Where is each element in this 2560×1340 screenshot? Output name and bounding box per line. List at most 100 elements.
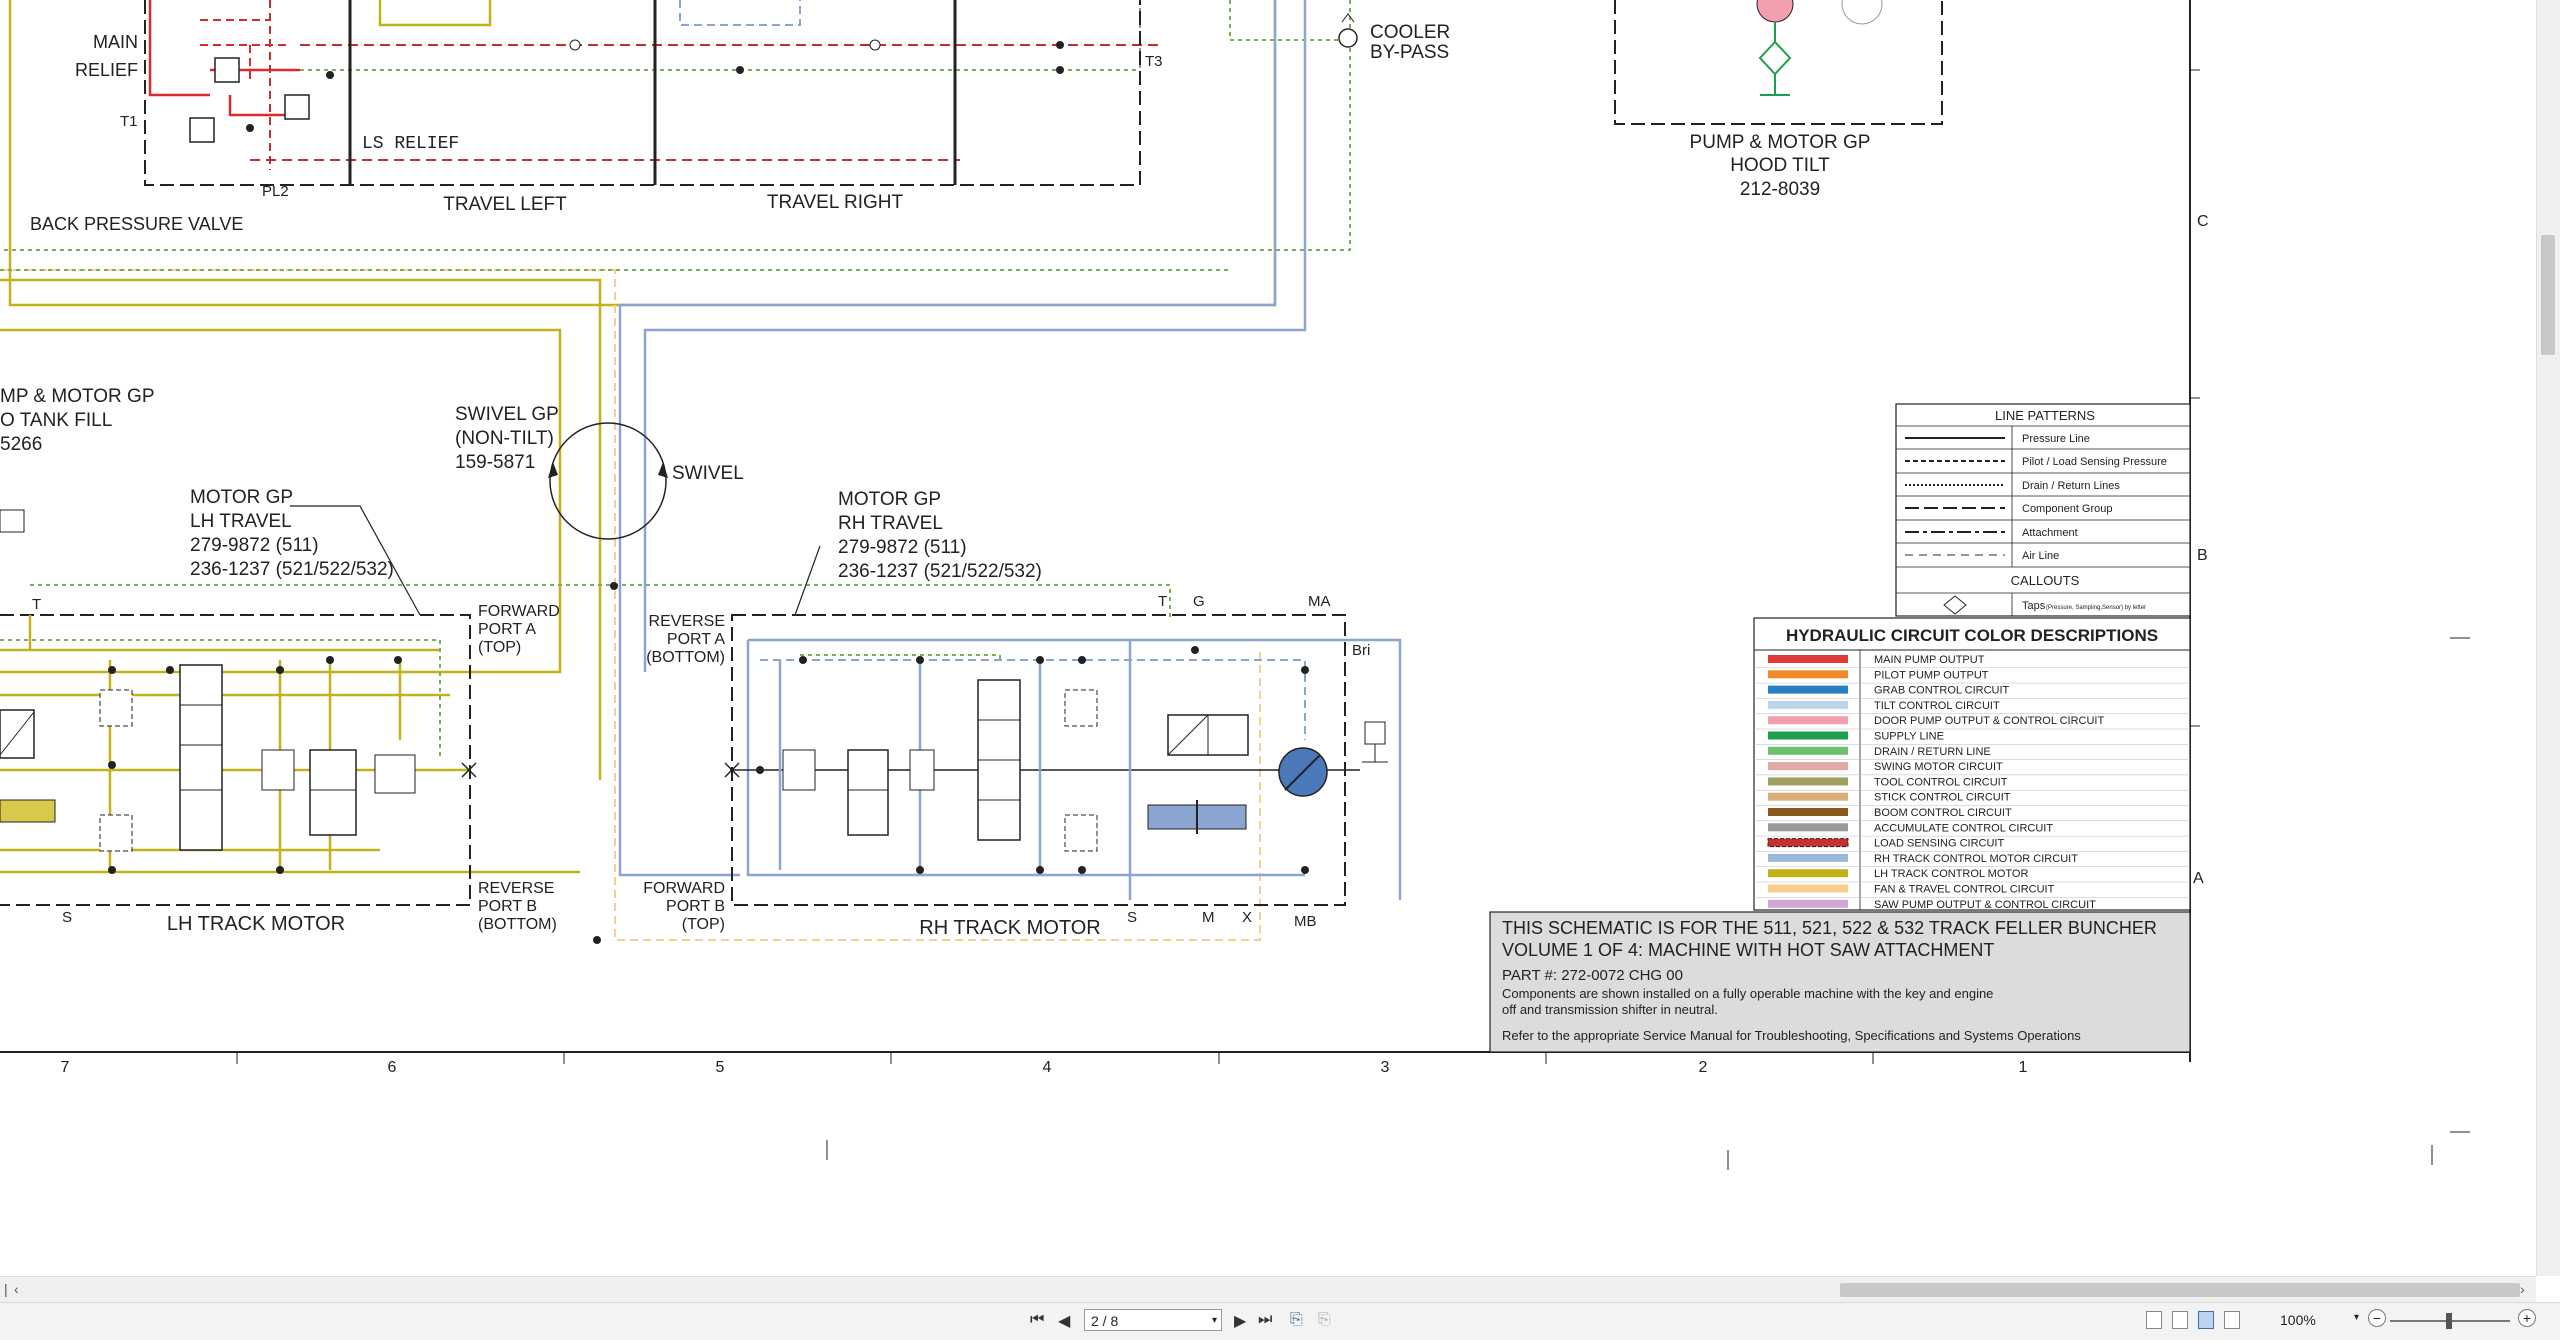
rh-track-motor-label: RH TRACK MOTOR — [919, 917, 1101, 939]
hydraulic-schematic: MAIN RELIEF T1 BACK PRESSURE VALVE PL2 L… — [0, 0, 2470, 1170]
lh-motor-gp-line-1: MOTOR GP — [190, 487, 293, 508]
zoom-in-icon[interactable]: + — [2518, 1309, 2536, 1327]
page-dropdown-icon[interactable]: ▾ — [1212, 1310, 1217, 1332]
first-page-icon[interactable]: ⏮ — [1030, 1311, 1044, 1329]
single-page-view-icon[interactable] — [2146, 1311, 2162, 1329]
row-a: A — [2193, 870, 2204, 887]
column-6: 6 — [388, 1059, 397, 1076]
column-5: 5 — [716, 1059, 725, 1076]
rh-port-s-label: S — [1127, 909, 1137, 926]
rh-motor-gp-line-1: MOTOR GP — [838, 489, 941, 510]
rh-reverse-line-2: PORT A — [667, 631, 725, 648]
rh-motor-gp-line-2: RH TRAVEL — [838, 513, 943, 534]
legend-swatch — [1768, 716, 1848, 725]
legend-label: TOOL CONTROL CIRCUIT — [1874, 776, 2008, 788]
rh-reverse-line-3: (BOTTOM) — [646, 649, 725, 666]
lh-motor-gp-line-4: 236-1237 (521/522/532) — [190, 559, 394, 580]
legend-label: LH TRACK CONTROL MOTOR — [1874, 868, 2028, 880]
status-bar: ⏮ ◀ 2 / 8 ▾ ▶ ⏭ ⎘ ⎘ 100% ▾ − + — [0, 1302, 2560, 1340]
lh-track-motor-label: LH TRACK MOTOR — [167, 913, 345, 935]
column-7: 7 — [61, 1059, 70, 1076]
facing-view-icon[interactable] — [2198, 1311, 2214, 1329]
rh-port-x-label: X — [1242, 909, 1252, 926]
travel-left-label: TRAVEL LEFT — [443, 194, 567, 215]
lh-forward-line-2: PORT A — [478, 621, 536, 638]
legend-label: BOOM CONTROL CIRCUIT — [1874, 807, 2012, 819]
rh-port-t-label: T — [1158, 593, 1167, 610]
back-pressure-valve-label: BACK PRESSURE VALVE — [30, 214, 243, 234]
legend-swatch — [1768, 655, 1848, 663]
taps-label: Taps — [2022, 600, 2046, 612]
hood-tilt-line-1: PUMP & MOTOR GP — [1690, 132, 1871, 153]
page-number-field[interactable]: 2 / 8 ▾ — [1084, 1309, 1222, 1331]
paste-page-icon[interactable]: ⎘ — [1318, 1311, 1331, 1329]
rh-track-motor-group — [724, 614, 1402, 906]
pattern-air-line: Air Line — [2022, 550, 2059, 562]
title-note-3: Refer to the appropriate Service Manual … — [1502, 1028, 2081, 1043]
legend-label: DOOR PUMP OUTPUT & CONTROL CIRCUIT — [1874, 715, 2104, 727]
main-relief-label-2: RELIEF — [75, 60, 138, 80]
lh-forward-line-1: FORWARD — [478, 603, 560, 620]
tank-fill-line-3: 5266 — [0, 434, 42, 455]
vertical-scrollbar[interactable] — [2536, 0, 2560, 1276]
hood-tilt-line-3: 212-8039 — [1740, 179, 1820, 200]
zoom-level[interactable]: 100% — [2280, 1312, 2316, 1328]
legend-label: SWING MOTOR CIRCUIT — [1874, 761, 2003, 773]
swivel-symbol — [549, 422, 667, 540]
swivel-gp-line-1: SWIVEL GP — [455, 404, 559, 425]
rh-port-m-label: M — [1202, 909, 1215, 926]
scroll-left-icon[interactable]: | — [4, 1281, 8, 1297]
row-b: B — [2197, 547, 2208, 564]
pattern-pilot: Pilot / Load Sensing Pressure — [2022, 456, 2167, 468]
t1-label: T1 — [120, 113, 138, 130]
zoom-slider[interactable] — [2390, 1313, 2510, 1329]
swivel-label: SWIVEL — [672, 463, 744, 484]
lh-forward-line-3: (TOP) — [478, 639, 521, 656]
pattern-pressure: Pressure Line — [2022, 433, 2090, 445]
tank-fill-valve — [0, 509, 25, 533]
scroll-right-arrow-icon[interactable]: › — [2520, 1281, 2525, 1297]
rh-port-mb-label: MB — [1294, 913, 1317, 930]
title-part-number: PART #: 272-0072 CHG 00 — [1502, 967, 1683, 984]
continuous-view-icon[interactable] — [2172, 1311, 2188, 1329]
zoom-dropdown-icon[interactable]: ▾ — [2354, 1312, 2359, 1323]
next-page-icon[interactable]: ▶ — [1234, 1311, 1246, 1331]
rh-forward-line-1: FORWARD — [643, 880, 725, 897]
main-control-valve-section — [0, 0, 1358, 251]
lh-port-s-label: S — [62, 909, 72, 926]
pattern-attachment: Attachment — [2022, 527, 2078, 539]
lh-motor-gp-line-3: 279-9872 (511) — [190, 535, 319, 556]
tank-fill-line-2: O TANK FILL — [0, 410, 112, 431]
ls-relief-label: LS RELIEF — [362, 134, 459, 154]
lh-port-t-label: T — [32, 596, 41, 613]
legend-label: DRAIN / RETURN LINE — [1874, 746, 1991, 758]
zoom-out-icon[interactable]: − — [2368, 1309, 2386, 1327]
travel-right-label: TRAVEL RIGHT — [767, 192, 904, 213]
zoom-slider-knob[interactable] — [2446, 1313, 2452, 1329]
legend-label: LOAD SENSING CIRCUIT — [1874, 838, 2004, 850]
continuous-facing-view-icon[interactable] — [2224, 1311, 2240, 1329]
swivel-gp-line-3: 159-5871 — [455, 452, 535, 473]
legend-swatch — [1768, 762, 1848, 771]
rh-forward-line-3: (TOP) — [682, 916, 725, 933]
horizontal-scrollbar[interactable]: | ‹ › — [0, 1276, 2536, 1303]
document-viewport[interactable]: MAIN RELIEF T1 BACK PRESSURE VALVE PL2 L… — [0, 0, 2536, 1276]
vertical-scroll-thumb[interactable] — [2541, 235, 2555, 355]
scroll-left-arrow-icon[interactable]: ‹ — [14, 1281, 19, 1297]
legend-swatch — [1768, 670, 1848, 679]
last-page-icon[interactable]: ⏭ — [1258, 1311, 1272, 1329]
hydraulic-color-legend: MAIN PUMP OUTPUT PILOT PUMP OUTPUT GRAB CO… — [1753, 617, 2191, 913]
row-c: C — [2197, 213, 2209, 230]
legend-swatch — [1768, 869, 1848, 878]
lh-track-motor-group — [0, 614, 477, 906]
copy-page-icon[interactable]: ⎘ — [1290, 1311, 1303, 1329]
legend-label: ACCUMULATE CONTROL CIRCUIT — [1874, 822, 2053, 834]
lh-reverse-line-2: PORT B — [478, 898, 537, 915]
legend-label: GRAB CONTROL CIRCUIT — [1874, 685, 2010, 697]
pattern-component-group: Component Group — [2022, 503, 2113, 515]
pattern-drain: Drain / Return Lines — [2022, 480, 2120, 492]
previous-page-icon[interactable]: ◀ — [1058, 1311, 1070, 1331]
horizontal-scroll-thumb[interactable] — [1840, 1283, 2520, 1297]
swivel-gp-line-2: (NON-TILT) — [455, 428, 554, 449]
legend-label: MAIN PUMP OUTPUT — [1874, 654, 1985, 666]
